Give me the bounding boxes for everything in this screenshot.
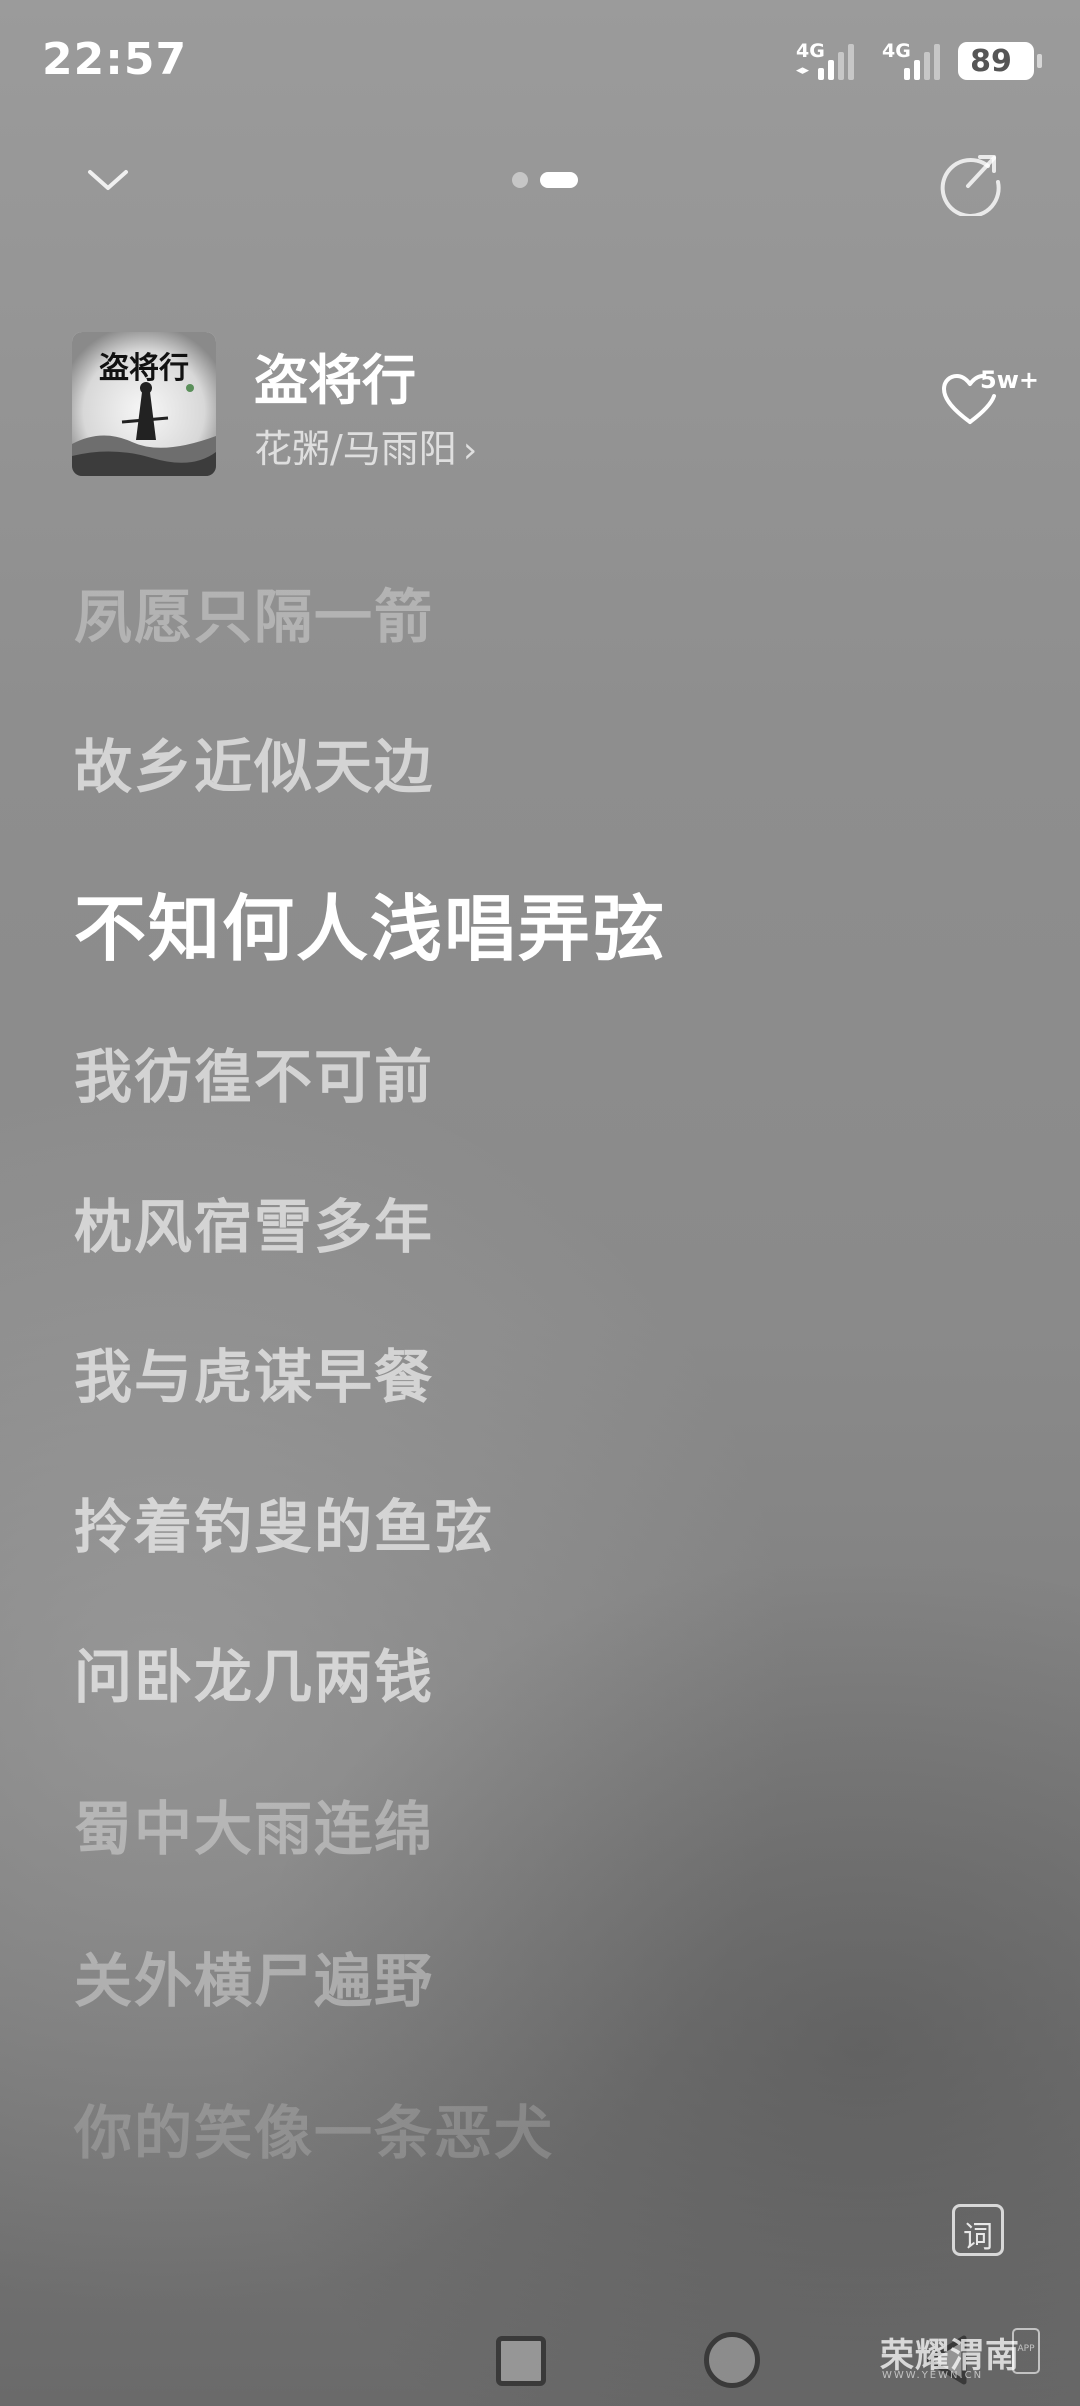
watermark-logo: 荣耀渭南 WWW.YEWN.CN APP <box>880 2328 1050 2384</box>
lyric-line[interactable]: 拎着钓叟的鱼弦 <box>74 1480 494 1564</box>
lyric-line[interactable]: 故乡近似天边 <box>74 720 434 804</box>
lyric-toggle-button[interactable]: 词 <box>952 2204 1004 2256</box>
lyric-line[interactable]: 我彷徨不可前 <box>74 1030 434 1114</box>
lyric-line[interactable]: 我与虎谋早餐 <box>74 1330 434 1414</box>
share-button[interactable] <box>936 146 1006 218</box>
status-bar: 22:57 4G ◂▸ 4G 89 <box>0 0 1080 120</box>
signal-sim1-icon: 4G ◂▸ <box>796 40 866 82</box>
album-art-image: 盗将行 <box>72 332 216 476</box>
share-icon <box>940 155 1001 218</box>
lyric-toggle-label: 词 <box>963 2220 993 2255</box>
lyric-line[interactable]: 夙愿只隔一箭 <box>74 570 434 654</box>
artist-name: 花粥/马雨阳 <box>254 427 457 471</box>
page-dot-1[interactable] <box>512 172 528 188</box>
lyric-line-current[interactable]: 不知何人浅唱弄弦 <box>74 870 666 975</box>
lyric-line[interactable]: 关外横尸遍野 <box>74 1934 434 2018</box>
chevron-right-icon: › <box>462 430 478 471</box>
signal-sim2-icon: 4G <box>882 40 952 82</box>
battery-level: 89 <box>970 44 1012 79</box>
page-indicator <box>512 170 582 190</box>
like-count: 5w+ <box>980 366 1039 394</box>
chevron-down-icon <box>88 170 128 190</box>
album-cover[interactable]: 盗将行 <box>72 332 216 476</box>
home-button[interactable] <box>704 2332 760 2388</box>
lyric-line[interactable]: 蜀中大雨连绵 <box>74 1782 434 1866</box>
album-art-title: 盗将行 <box>99 351 189 386</box>
lyric-line[interactable]: 枕风宿雪多年 <box>74 1180 434 1264</box>
battery-icon: 89 <box>958 42 1042 80</box>
recent-apps-button[interactable] <box>496 2336 546 2386</box>
lyric-line[interactable]: 你的笑像一条恶犬 <box>74 2086 554 2170</box>
song-title: 盗将行 <box>254 349 416 412</box>
page-dot-2-active[interactable] <box>540 172 578 188</box>
artist-link[interactable]: 花粥/马雨阳 › <box>254 418 477 473</box>
status-time: 22:57 <box>42 34 188 85</box>
collapse-button[interactable] <box>78 150 138 210</box>
lyric-line[interactable]: 问卧龙几两钱 <box>74 1630 434 1714</box>
